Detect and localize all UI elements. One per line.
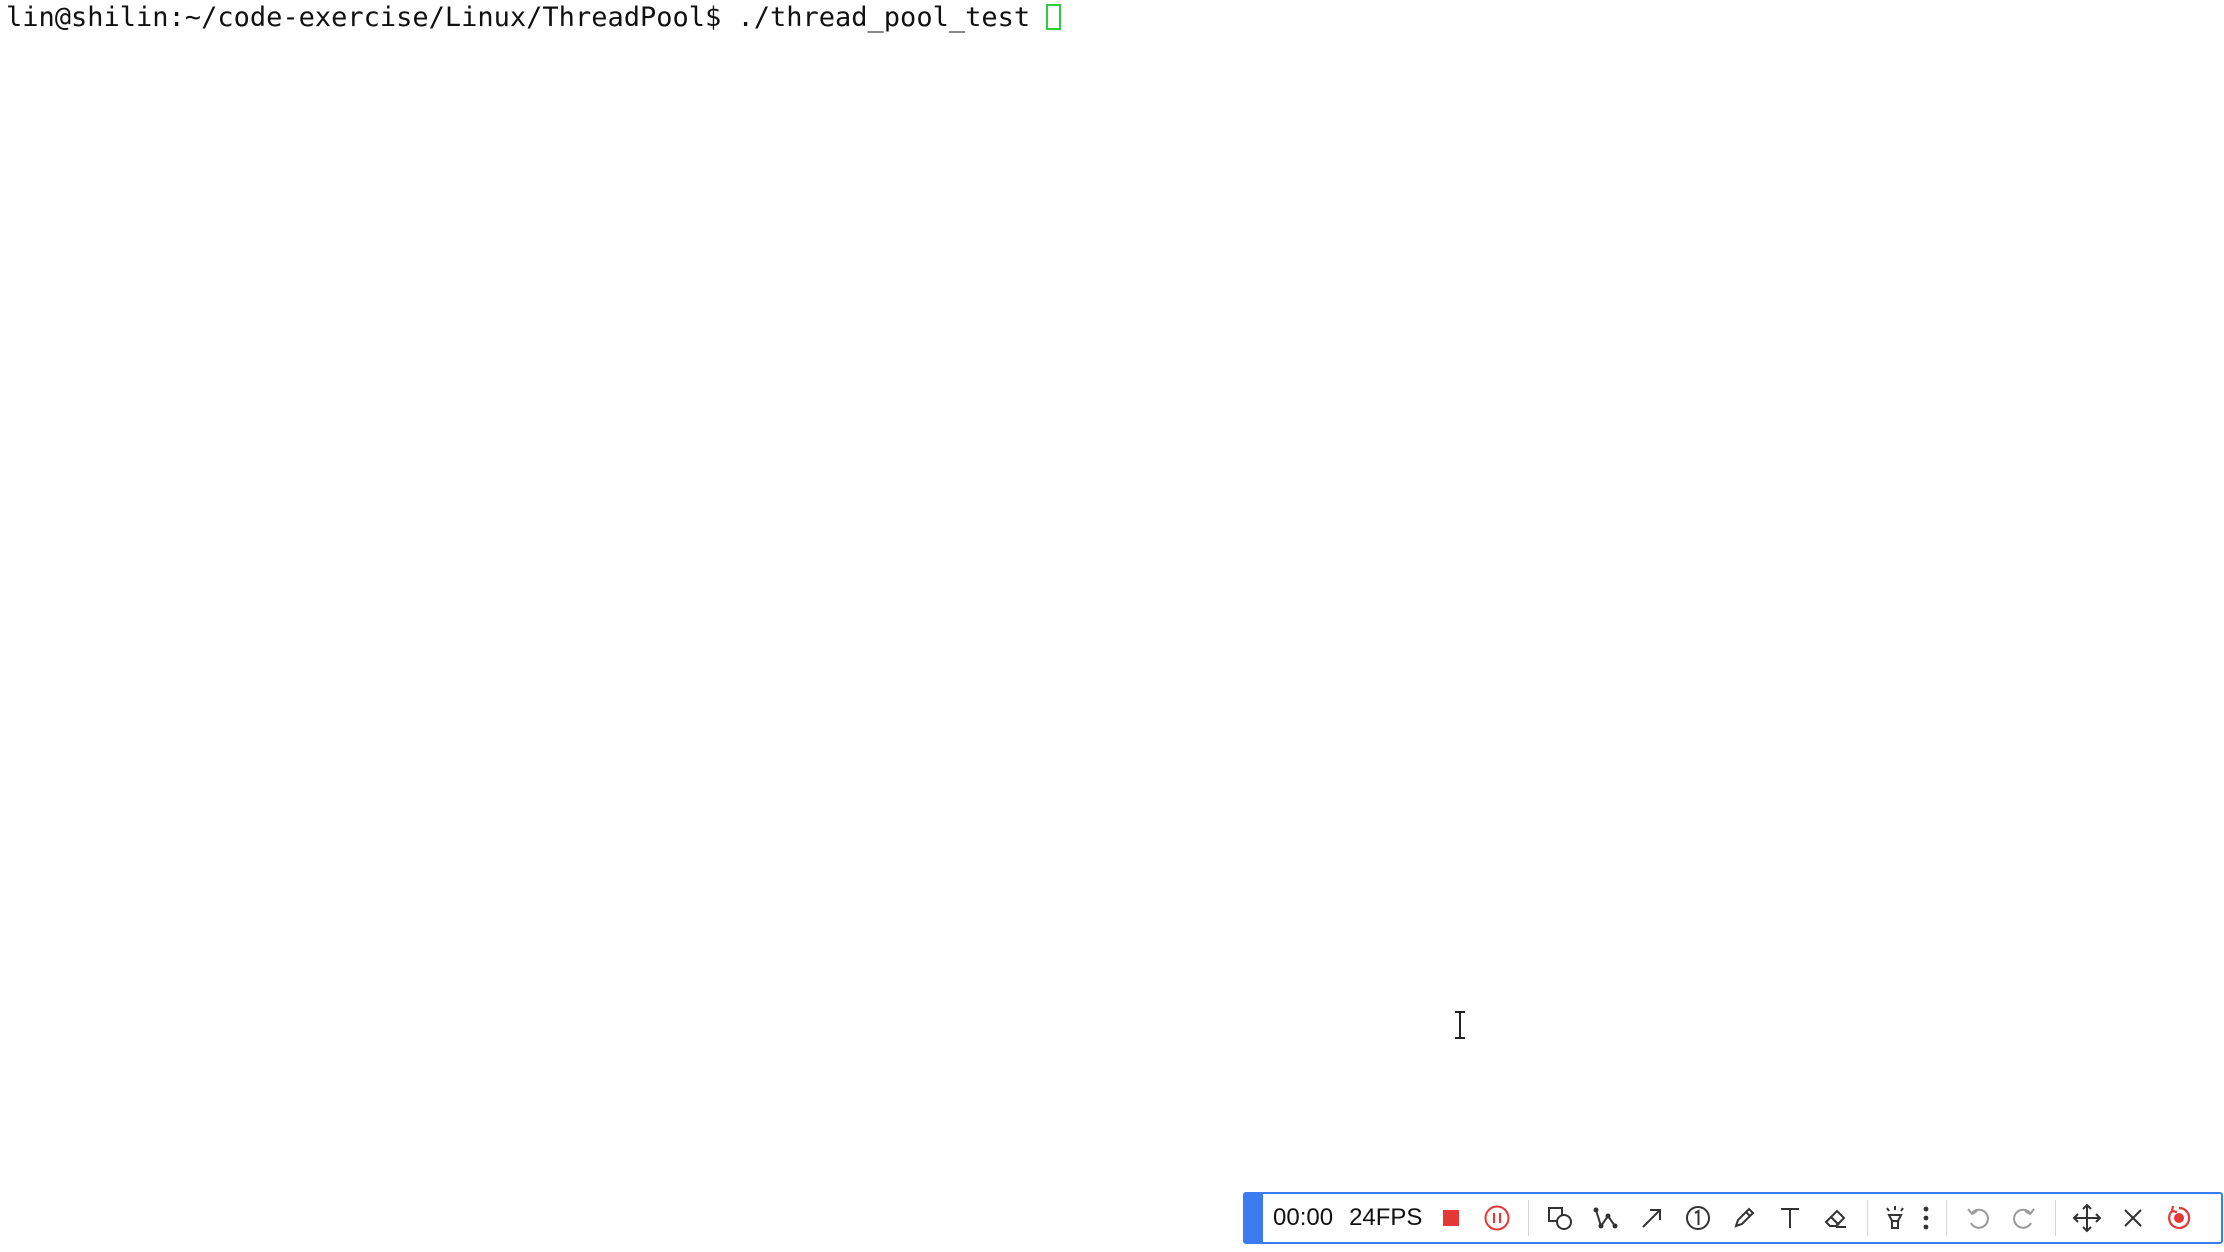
restart-record-icon [2168, 1205, 2191, 1230]
shapes-icon [1548, 1207, 1573, 1230]
polyline-button[interactable] [1583, 1195, 1629, 1241]
shapes-button[interactable] [1537, 1195, 1583, 1241]
recording-timer: 00:00 [1273, 1204, 1334, 1231]
arrow-icon [1642, 1209, 1662, 1228]
terminal-cursor [1046, 4, 1062, 30]
screen-recorder-toolbar: 00:00 24FPS [1243, 1192, 2223, 1244]
stop-icon [1443, 1210, 1460, 1226]
spotlight-icon [1886, 1206, 1905, 1229]
redo-icon [2013, 1208, 2036, 1229]
command-text: ./thread_pool_test [721, 1, 1031, 33]
more-icon [1924, 1206, 1929, 1230]
toolbar-divider [2055, 1200, 2057, 1236]
move-icon [2073, 1203, 2102, 1233]
eraser-icon [1825, 1209, 1847, 1228]
toolbar-divider [1946, 1200, 1948, 1236]
terminal-window[interactable]: lin@shilin:~/code-exercise/Linux/ThreadP… [0, 0, 2224, 1252]
close-icon [2124, 1209, 2143, 1227]
pause-icon [1484, 1205, 1510, 1231]
toolbar-drag-handle[interactable] [1245, 1194, 1263, 1242]
arrow-button[interactable] [1629, 1195, 1675, 1241]
text-tool-button[interactable] [1767, 1195, 1813, 1241]
spotlight-button[interactable] [1876, 1195, 1914, 1241]
pen-icon [1734, 1207, 1755, 1228]
pen-button[interactable] [1721, 1195, 1767, 1241]
move-toolbar-button[interactable] [2064, 1195, 2110, 1241]
close-button[interactable] [2110, 1195, 2156, 1241]
shell-prompt: lin@shilin:~/code-exercise/Linux/ThreadP… [6, 1, 722, 33]
more-options-button[interactable] [1914, 1195, 1938, 1241]
prompt-line: lin@shilin:~/code-exercise/Linux/ThreadP… [6, 1, 1062, 33]
undo-icon [1967, 1208, 1990, 1229]
restart-record-button[interactable] [2156, 1195, 2202, 1241]
pause-button[interactable] [1474, 1195, 1520, 1241]
toolbar-divider [1528, 1200, 1530, 1236]
fps-indicator: 24FPS [1349, 1204, 1423, 1231]
eraser-button[interactable] [1813, 1195, 1859, 1241]
stop-button[interactable] [1428, 1195, 1474, 1241]
redo-button[interactable] [2001, 1195, 2047, 1241]
polyline-icon [1593, 1207, 1618, 1229]
text-cursor-icon [1455, 1011, 1465, 1039]
undo-button[interactable] [1955, 1195, 2001, 1241]
text-icon [1781, 1208, 1800, 1228]
toolbar-divider [1867, 1200, 1869, 1236]
numbered-marker-icon [1686, 1206, 1711, 1230]
numbered-marker-button[interactable] [1675, 1195, 1721, 1241]
